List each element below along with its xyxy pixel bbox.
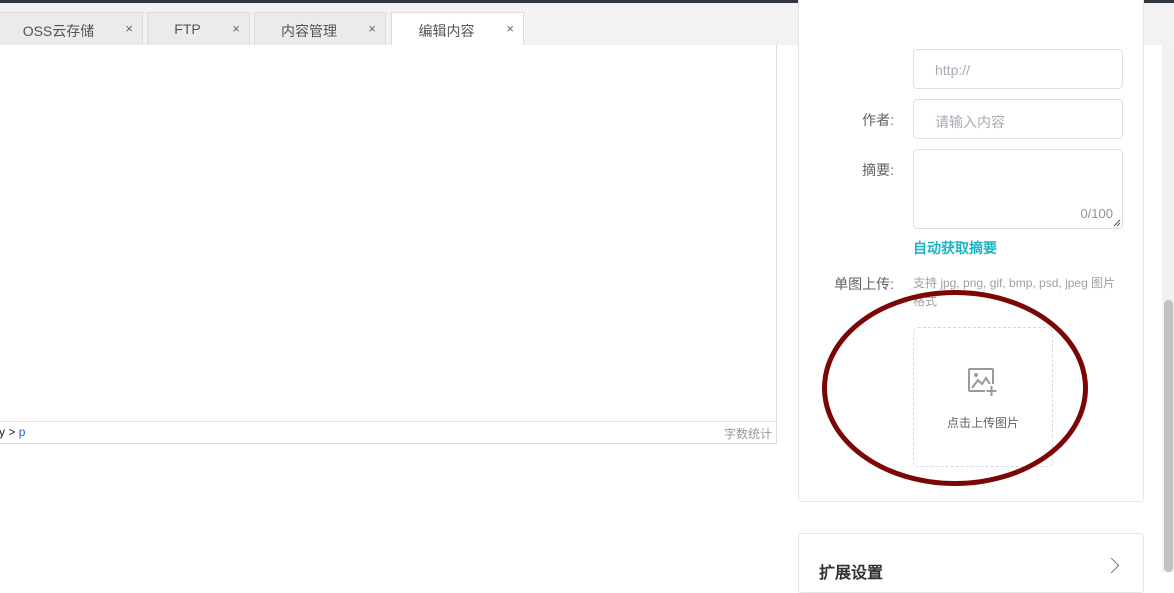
close-icon[interactable]: × xyxy=(232,21,240,36)
tab-oss-storage[interactable]: OSS云存储 × xyxy=(0,12,143,45)
summary-textarea[interactable]: 0/100 xyxy=(913,149,1123,229)
resize-handle-icon[interactable] xyxy=(1113,219,1121,227)
author-label: 作者: xyxy=(862,112,894,128)
tab-label: FTP xyxy=(174,21,201,37)
path-element-p[interactable]: p xyxy=(19,425,26,439)
auto-summary-link[interactable]: 自动获取摘要 xyxy=(913,238,997,258)
close-icon[interactable]: × xyxy=(368,21,376,36)
author-placeholder: 请输入内容 xyxy=(935,114,1005,130)
scrollbar-thumb[interactable] xyxy=(1164,300,1173,572)
author-input[interactable]: 请输入内容 xyxy=(913,99,1123,139)
word-count[interactable]: 字数统计 xyxy=(724,425,772,442)
extension-settings-panel[interactable]: 扩展设置 xyxy=(798,533,1144,593)
tab-label: OSS云存储 xyxy=(22,23,95,39)
summary-label: 摘要: xyxy=(862,162,894,178)
chevron-right-icon[interactable] xyxy=(1103,557,1120,574)
editor-status-bar: y > p 字数统计 xyxy=(0,421,776,443)
tab-edit-content[interactable]: 编辑内容 × xyxy=(391,12,524,46)
summary-counter: 0/100 xyxy=(1080,206,1113,221)
close-icon[interactable]: × xyxy=(506,21,514,36)
tab-label: 编辑内容 xyxy=(418,23,475,39)
tab-ftp[interactable]: FTP × xyxy=(147,12,250,45)
upload-label: 单图上传: xyxy=(834,276,894,292)
rich-text-editor[interactable]: y > p 字数统计 xyxy=(0,45,777,444)
annotation-circle xyxy=(822,290,1088,486)
tab-label: 内容管理 xyxy=(281,23,337,39)
tab-content-management[interactable]: 内容管理 × xyxy=(254,12,386,45)
close-icon[interactable]: × xyxy=(125,21,133,36)
extension-settings-title: 扩展设置 xyxy=(819,565,884,582)
url-placeholder: http:// xyxy=(935,62,971,78)
element-path: y > p xyxy=(0,425,25,439)
path-prefix: y > xyxy=(0,425,19,439)
link-url-input[interactable]: http:// xyxy=(913,49,1123,89)
